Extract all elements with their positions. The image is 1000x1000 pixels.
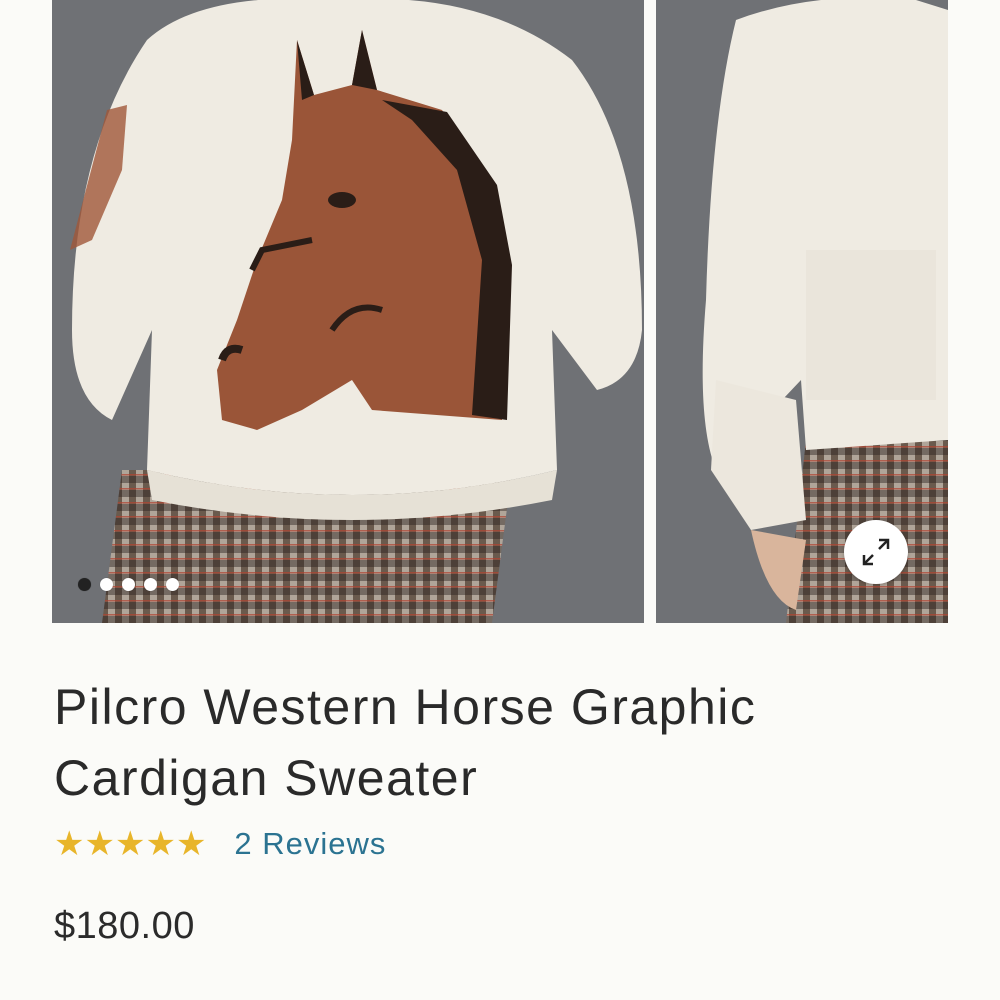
product-image-main[interactable] xyxy=(52,0,644,623)
star-icon: ★ xyxy=(175,825,207,863)
expand-icon xyxy=(862,538,890,566)
carousel-dot-3[interactable] xyxy=(122,578,135,591)
carousel-dot-5[interactable] xyxy=(166,578,179,591)
star-rating[interactable]: ★ ★ ★ ★ ★ xyxy=(54,824,206,864)
star-icon: ★ xyxy=(145,825,176,863)
carousel-dots xyxy=(78,578,179,591)
expand-image-button[interactable] xyxy=(844,520,908,584)
product-title: Pilcro Western Horse Graphic Cardigan Sw… xyxy=(54,679,757,806)
star-icon: ★ xyxy=(54,825,85,863)
rating-row: ★ ★ ★ ★ ★ 2 Reviews xyxy=(54,824,386,864)
carousel-dot-2[interactable] xyxy=(100,578,113,591)
product-image-side[interactable] xyxy=(656,0,948,623)
star-icon: ★ xyxy=(114,825,146,863)
star-icon: ★ xyxy=(84,825,115,863)
product-gallery[interactable] xyxy=(0,0,1000,623)
carousel-dot-1[interactable] xyxy=(78,578,91,591)
carousel-dot-4[interactable] xyxy=(144,578,157,591)
reviews-link[interactable]: 2 Reviews xyxy=(234,826,386,862)
product-price: $180.00 xyxy=(54,905,195,947)
